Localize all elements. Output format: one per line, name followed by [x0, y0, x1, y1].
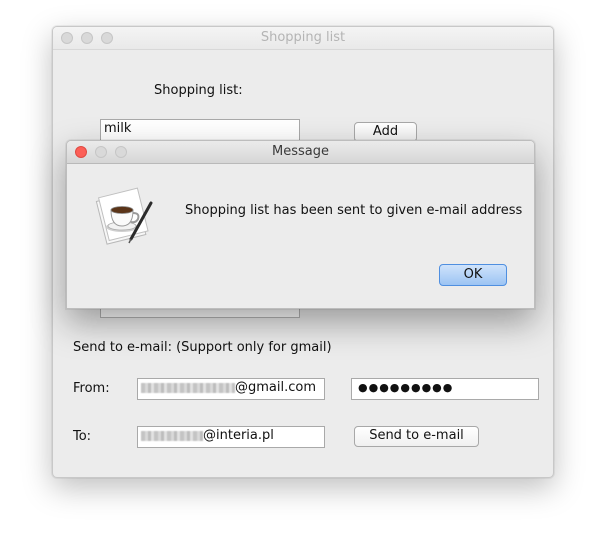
add-button[interactable]: Add: [354, 122, 417, 142]
to-label: To:: [73, 429, 92, 444]
from-email-input[interactable]: @gmail.com: [137, 378, 325, 400]
dialog-message: Shopping list has been sent to given e-m…: [185, 203, 523, 218]
password-input[interactable]: ●●●●●●●●●: [351, 378, 539, 400]
item-input[interactable]: milk: [100, 119, 300, 141]
dialog-titlebar[interactable]: Message: [67, 141, 534, 164]
window-title: Shopping list: [260, 30, 346, 45]
password-mask: ●●●●●●●●●: [358, 381, 454, 394]
from-email-suffix: @gmail.com: [235, 380, 317, 395]
send-section-label: Send to e-mail: (Support only for gmail): [73, 340, 332, 355]
redacted-text: [141, 430, 203, 441]
item-input-value: milk: [104, 121, 132, 136]
shopping-list-heading: Shopping list:: [154, 83, 243, 98]
coffee-cup-icon: [95, 187, 153, 245]
redacted-text: [141, 382, 235, 393]
message-dialog: Message Shopping list has been sent to g…: [66, 140, 535, 309]
to-email-suffix: @interia.pl: [203, 428, 274, 443]
send-email-button[interactable]: Send to e-mail: [354, 426, 479, 447]
dialog-title: Message: [272, 144, 329, 159]
ok-button[interactable]: OK: [439, 264, 507, 286]
main-titlebar[interactable]: Shopping list: [53, 27, 553, 50]
from-label: From:: [73, 381, 110, 396]
to-email-input[interactable]: @interia.pl: [137, 426, 325, 448]
